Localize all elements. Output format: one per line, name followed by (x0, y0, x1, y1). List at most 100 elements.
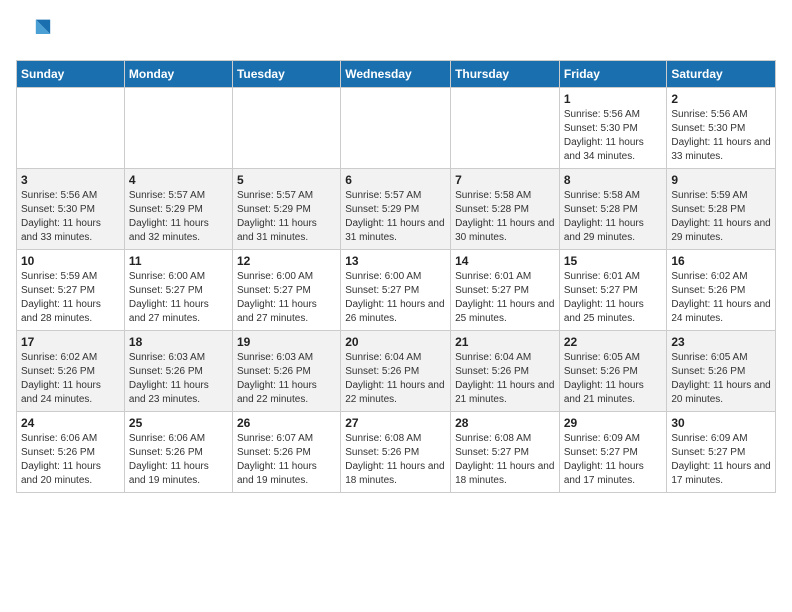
calendar-cell: 24 Sunrise: 6:06 AM Sunset: 5:26 PM Dayli… (17, 412, 125, 493)
calendar-cell: 15Sunrise: 6:01 AM Sunset: 5:27 PM Dayli… (559, 250, 667, 331)
day-info: Sunrise: 6:04 AM Sunset: 5:26 PM Dayligh… (345, 351, 446, 407)
day-info: Sunrise: 6:00 AM Sunset: 5:27 PM Dayligh… (345, 270, 446, 326)
day-number: 7 (455, 173, 555, 187)
day-number: 21 (455, 335, 555, 349)
day-number: 22 (564, 335, 663, 349)
day-number: 1 (564, 92, 663, 106)
calendar-cell: 26Sunrise: 6:07 AM Sunset: 5:26 PM Dayli… (232, 412, 340, 493)
calendar-cell: 17Sunrise: 6:02 AM Sunset: 5:26 PM Dayli… (17, 331, 125, 412)
calendar-cell: 9 Sunrise: 5:59 AM Sunset: 5:28 PM Daylig… (667, 169, 776, 250)
weekday-header: Saturday (667, 61, 776, 88)
calendar-cell: 2 Sunrise: 5:56 AM Sunset: 5:30 PM Daylig… (667, 88, 776, 169)
calendar-week-row: 1 Sunrise: 5:56 AM Sunset: 5:30 PM Daylig… (17, 88, 776, 169)
calendar-cell: 13 Sunrise: 6:00 AM Sunset: 5:27 PM Dayli… (341, 250, 451, 331)
calendar-cell: 21Sunrise: 6:04 AM Sunset: 5:26 PM Dayli… (451, 331, 560, 412)
day-number: 30 (671, 416, 771, 430)
calendar-cell (341, 88, 451, 169)
day-number: 4 (129, 173, 228, 187)
calendar-cell: 16 Sunrise: 6:02 AM Sunset: 5:26 PM Dayli… (667, 250, 776, 331)
calendar-cell: 22 Sunrise: 6:05 AM Sunset: 5:26 PM Dayli… (559, 331, 667, 412)
day-info: Sunrise: 6:00 AM Sunset: 5:27 PM Dayligh… (129, 270, 228, 326)
day-info: Sunrise: 5:57 AM Sunset: 5:29 PM Dayligh… (345, 189, 446, 245)
weekday-header: Thursday (451, 61, 560, 88)
calendar-cell: 7Sunrise: 5:58 AM Sunset: 5:28 PM Daylig… (451, 169, 560, 250)
day-info: Sunrise: 5:59 AM Sunset: 5:27 PM Dayligh… (21, 270, 120, 326)
day-info: Sunrise: 6:05 AM Sunset: 5:26 PM Dayligh… (671, 351, 771, 407)
calendar-cell (124, 88, 232, 169)
day-number: 26 (237, 416, 336, 430)
logo-icon (16, 16, 52, 52)
day-number: 14 (455, 254, 555, 268)
calendar-cell: 20 Sunrise: 6:04 AM Sunset: 5:26 PM Dayli… (341, 331, 451, 412)
day-info: Sunrise: 6:01 AM Sunset: 5:27 PM Dayligh… (455, 270, 555, 326)
calendar-header-row: SundayMondayTuesdayWednesdayThursdayFrid… (17, 61, 776, 88)
day-number: 18 (129, 335, 228, 349)
day-number: 12 (237, 254, 336, 268)
day-info: Sunrise: 6:06 AM Sunset: 5:26 PM Dayligh… (21, 432, 120, 488)
day-number: 8 (564, 173, 663, 187)
day-number: 24 (21, 416, 120, 430)
day-info: Sunrise: 6:09 AM Sunset: 5:27 PM Dayligh… (671, 432, 771, 488)
day-number: 16 (671, 254, 771, 268)
day-info: Sunrise: 5:58 AM Sunset: 5:28 PM Dayligh… (564, 189, 663, 245)
weekday-header: Wednesday (341, 61, 451, 88)
day-number: 9 (671, 173, 771, 187)
logo (16, 16, 56, 52)
day-info: Sunrise: 6:03 AM Sunset: 5:26 PM Dayligh… (237, 351, 336, 407)
calendar-cell: 14 Sunrise: 6:01 AM Sunset: 5:27 PM Dayli… (451, 250, 560, 331)
calendar-cell: 28Sunrise: 6:08 AM Sunset: 5:27 PM Dayli… (451, 412, 560, 493)
calendar-cell: 1 Sunrise: 5:56 AM Sunset: 5:30 PM Daylig… (559, 88, 667, 169)
calendar-cell: 3Sunrise: 5:56 AM Sunset: 5:30 PM Daylig… (17, 169, 125, 250)
calendar-cell: 29 Sunrise: 6:09 AM Sunset: 5:27 PM Dayli… (559, 412, 667, 493)
day-info: Sunrise: 6:02 AM Sunset: 5:26 PM Dayligh… (671, 270, 771, 326)
calendar-cell: 27 Sunrise: 6:08 AM Sunset: 5:26 PM Dayli… (341, 412, 451, 493)
day-number: 20 (345, 335, 446, 349)
day-info: Sunrise: 5:59 AM Sunset: 5:28 PM Dayligh… (671, 189, 771, 245)
day-info: Sunrise: 6:08 AM Sunset: 5:26 PM Dayligh… (345, 432, 446, 488)
day-info: Sunrise: 6:09 AM Sunset: 5:27 PM Dayligh… (564, 432, 663, 488)
day-info: Sunrise: 5:56 AM Sunset: 5:30 PM Dayligh… (671, 108, 771, 164)
weekday-header: Friday (559, 61, 667, 88)
calendar-week-row: 3Sunrise: 5:56 AM Sunset: 5:30 PM Daylig… (17, 169, 776, 250)
calendar-cell (17, 88, 125, 169)
weekday-header: Monday (124, 61, 232, 88)
calendar-cell: 18Sunrise: 6:03 AM Sunset: 5:26 PM Dayli… (124, 331, 232, 412)
day-number: 23 (671, 335, 771, 349)
day-number: 27 (345, 416, 446, 430)
day-number: 13 (345, 254, 446, 268)
calendar-cell: 5 Sunrise: 5:57 AM Sunset: 5:29 PM Daylig… (232, 169, 340, 250)
day-number: 10 (21, 254, 120, 268)
calendar-table: SundayMondayTuesdayWednesdayThursdayFrid… (16, 60, 776, 493)
calendar-cell: 8 Sunrise: 5:58 AM Sunset: 5:28 PM Daylig… (559, 169, 667, 250)
day-number: 6 (345, 173, 446, 187)
weekday-header: Tuesday (232, 61, 340, 88)
calendar-cell: 10 Sunrise: 5:59 AM Sunset: 5:27 PM Dayli… (17, 250, 125, 331)
calendar-week-row: 10 Sunrise: 5:59 AM Sunset: 5:27 PM Dayli… (17, 250, 776, 331)
day-info: Sunrise: 5:57 AM Sunset: 5:29 PM Dayligh… (237, 189, 336, 245)
calendar-week-row: 24 Sunrise: 6:06 AM Sunset: 5:26 PM Dayli… (17, 412, 776, 493)
calendar-cell (451, 88, 560, 169)
calendar-cell: 12 Sunrise: 6:00 AM Sunset: 5:27 PM Dayli… (232, 250, 340, 331)
day-number: 17 (21, 335, 120, 349)
calendar-cell: 6 Sunrise: 5:57 AM Sunset: 5:29 PM Daylig… (341, 169, 451, 250)
day-info: Sunrise: 5:57 AM Sunset: 5:29 PM Dayligh… (129, 189, 228, 245)
day-number: 5 (237, 173, 336, 187)
day-info: Sunrise: 6:05 AM Sunset: 5:26 PM Dayligh… (564, 351, 663, 407)
day-number: 11 (129, 254, 228, 268)
day-info: Sunrise: 6:06 AM Sunset: 5:26 PM Dayligh… (129, 432, 228, 488)
day-number: 19 (237, 335, 336, 349)
calendar-cell: 4 Sunrise: 5:57 AM Sunset: 5:29 PM Daylig… (124, 169, 232, 250)
day-number: 2 (671, 92, 771, 106)
page-header (16, 16, 776, 52)
calendar-cell: 30 Sunrise: 6:09 AM Sunset: 5:27 PM Dayli… (667, 412, 776, 493)
day-number: 25 (129, 416, 228, 430)
day-info: Sunrise: 5:56 AM Sunset: 5:30 PM Dayligh… (564, 108, 663, 164)
day-info: Sunrise: 6:00 AM Sunset: 5:27 PM Dayligh… (237, 270, 336, 326)
day-number: 29 (564, 416, 663, 430)
calendar-week-row: 17Sunrise: 6:02 AM Sunset: 5:26 PM Dayli… (17, 331, 776, 412)
calendar-cell (232, 88, 340, 169)
day-number: 15 (564, 254, 663, 268)
day-info: Sunrise: 5:56 AM Sunset: 5:30 PM Dayligh… (21, 189, 120, 245)
calendar-cell: 23 Sunrise: 6:05 AM Sunset: 5:26 PM Dayli… (667, 331, 776, 412)
calendar-cell: 11 Sunrise: 6:00 AM Sunset: 5:27 PM Dayli… (124, 250, 232, 331)
